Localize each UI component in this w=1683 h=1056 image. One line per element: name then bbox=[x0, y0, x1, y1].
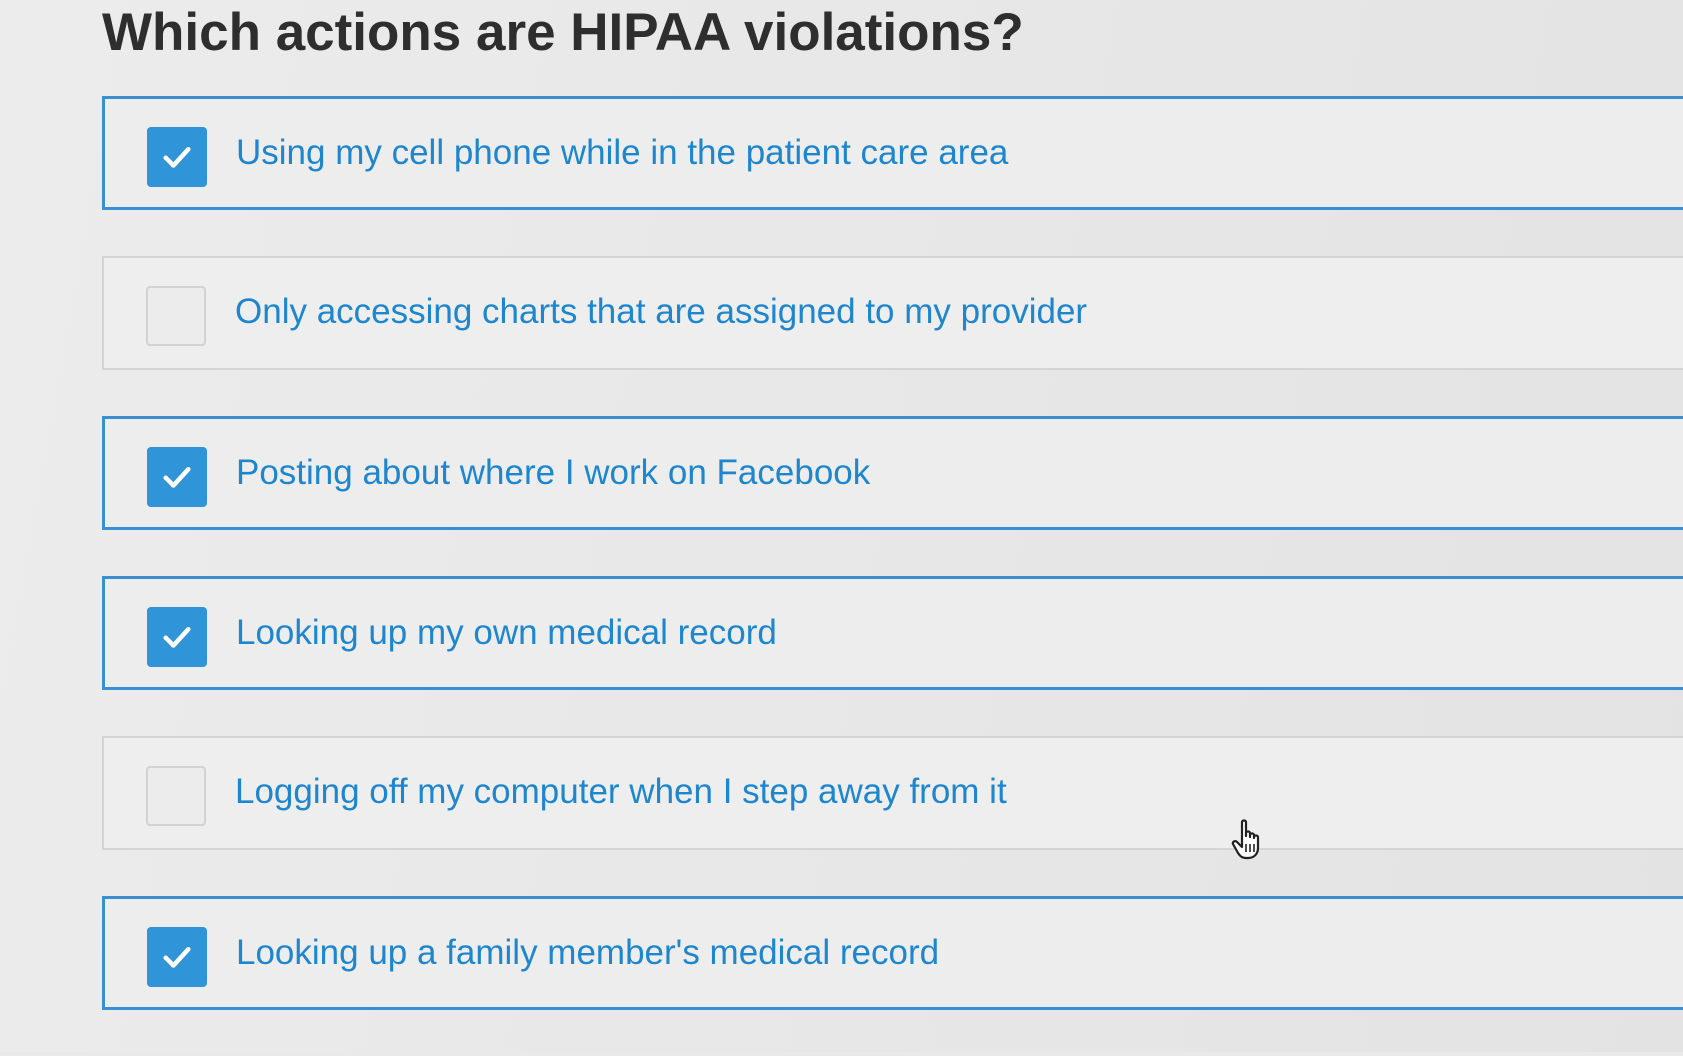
checkbox[interactable] bbox=[146, 286, 206, 346]
check-icon bbox=[163, 626, 191, 648]
option-accessing-charts[interactable]: Only accessing charts that are assigned … bbox=[102, 256, 1683, 370]
check-icon bbox=[163, 146, 191, 168]
checkbox[interactable] bbox=[147, 447, 207, 507]
option-family-record[interactable]: Looking up a family member's medical rec… bbox=[102, 896, 1683, 1010]
option-posting-facebook[interactable]: Posting about where I work on Facebook bbox=[102, 416, 1683, 530]
checkbox[interactable] bbox=[147, 927, 207, 987]
checkbox[interactable] bbox=[147, 127, 207, 187]
option-label: Using my cell phone while in the patient… bbox=[236, 133, 1009, 172]
check-icon bbox=[163, 946, 191, 968]
options-list: Using my cell phone while in the patient… bbox=[102, 96, 1683, 1056]
option-label: Only accessing charts that are assigned … bbox=[235, 292, 1088, 331]
checkbox[interactable] bbox=[147, 607, 207, 667]
option-logging-off[interactable]: Logging off my computer when I step away… bbox=[102, 736, 1683, 850]
option-own-record[interactable]: Looking up my own medical record bbox=[102, 576, 1683, 690]
option-cell-phone[interactable]: Using my cell phone while in the patient… bbox=[102, 96, 1683, 210]
option-label: Looking up my own medical record bbox=[236, 613, 777, 652]
question-title: Which actions are HIPAA violations? bbox=[102, 3, 1024, 62]
option-label: Looking up a family member's medical rec… bbox=[236, 933, 940, 972]
checkbox[interactable] bbox=[146, 766, 206, 826]
option-label: Logging off my computer when I step away… bbox=[235, 772, 1007, 811]
quiz-page: Which actions are HIPAA violations? Usin… bbox=[0, 0, 1683, 1052]
check-icon bbox=[163, 466, 191, 488]
hand-pointer-cursor-icon bbox=[1231, 819, 1260, 860]
option-label: Posting about where I work on Facebook bbox=[236, 453, 871, 492]
